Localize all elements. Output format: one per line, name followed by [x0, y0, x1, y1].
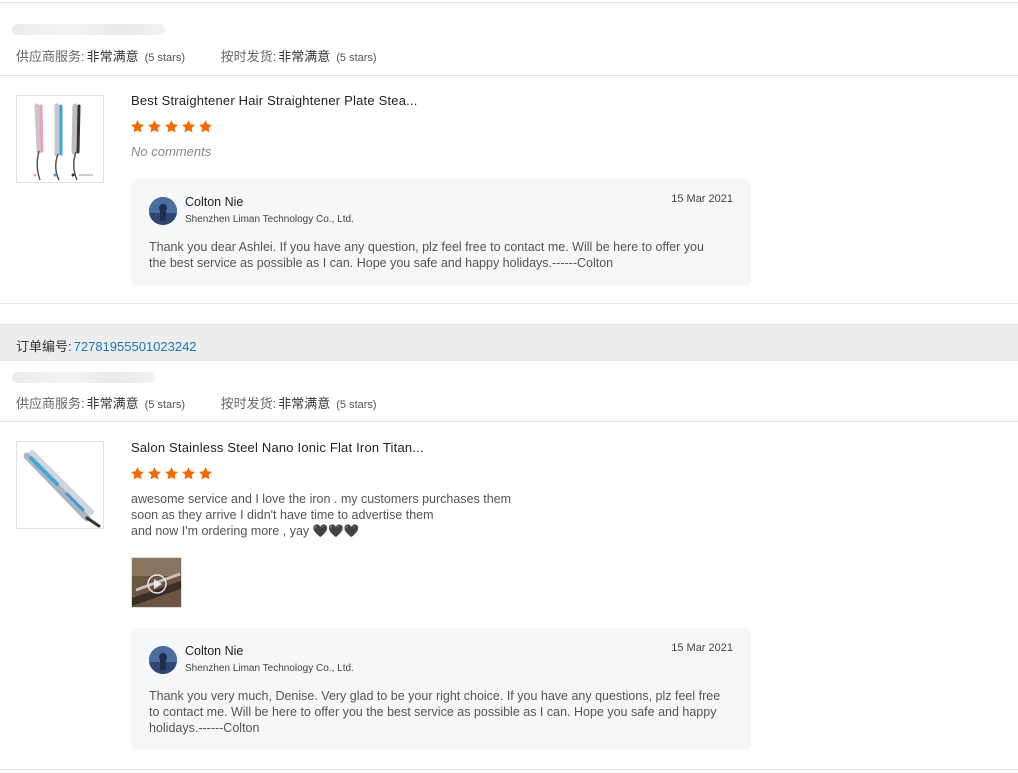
blurred-username	[12, 372, 155, 383]
rating-value: 非常满意	[86, 396, 139, 411]
rating-label: 按时发货:	[220, 49, 277, 64]
reply-text: Thank you very much, Denise. Very glad t…	[149, 689, 721, 735]
star-icon	[148, 467, 161, 480]
hair-straightener-image	[17, 96, 103, 182]
review-comment: awesome service and I love the iron . my…	[131, 491, 511, 539]
rating-stars-note: (5 stars)	[336, 52, 377, 64]
reply-text: Thank you dear Ashlei. If you have any q…	[149, 240, 704, 270]
rating-stars-note: (5 stars)	[336, 399, 377, 411]
rating-stars-note: (5 stars)	[144, 399, 185, 411]
reply-date: 15 Mar 2021	[671, 193, 733, 205]
product-title[interactable]: Best Straightener Hair Straightener Plat…	[131, 93, 418, 108]
bottom-divider	[0, 769, 1018, 770]
reply-company: Shenzhen Liman Technology Co., Ltd.	[185, 663, 354, 674]
rating-label: 供应商服务:	[16, 49, 85, 64]
review-comment-line: and now I'm ordering more , yay 🖤🖤🖤	[131, 524, 360, 538]
blurred-username	[12, 24, 165, 35]
star-icon	[165, 120, 178, 133]
video-thumbnail-image	[132, 558, 181, 607]
product-thumbnail[interactable]	[16, 95, 104, 183]
avatar	[149, 197, 177, 225]
reply-date: 15 Mar 2021	[671, 642, 733, 654]
divider	[0, 421, 1018, 422]
star-icon	[148, 120, 161, 133]
star-icon	[182, 120, 195, 133]
review-comment-line: soon as they arrive I didn't have time t…	[131, 508, 434, 522]
rating-value: 非常满意	[278, 49, 331, 64]
rating-stars-note: (5 stars)	[144, 52, 185, 64]
rating-value: 非常满意	[278, 396, 331, 411]
order-label: 订单编号:	[16, 339, 72, 354]
order-bar: 订单编号: 72781955501023242	[0, 324, 1018, 361]
star-icon	[131, 467, 144, 480]
rating-row: 供应商服务: 非常满意 (5 stars) 按时发货: 非常满意 (5 stars)	[16, 393, 377, 412]
seller-reply: Colton Nie Shenzhen Liman Technology Co.…	[131, 628, 751, 750]
top-divider	[0, 2, 1018, 3]
divider	[0, 75, 1018, 76]
review-comment: No comments	[131, 144, 212, 159]
rating-label: 供应商服务:	[16, 396, 85, 411]
rating-value: 非常满意	[86, 49, 139, 64]
reply-author-name: Colton Nie	[185, 195, 244, 209]
product-title[interactable]: Salon Stainless Steel Nano Ionic Flat Ir…	[131, 440, 424, 455]
star-icon	[199, 120, 212, 133]
avatar	[149, 646, 177, 674]
star-icon	[131, 120, 144, 133]
reply-company: Shenzhen Liman Technology Co., Ltd.	[185, 214, 354, 225]
flat-iron-image	[17, 442, 103, 528]
order-number-link[interactable]: 72781955501023242	[74, 339, 197, 354]
review-video-thumbnail[interactable]	[131, 557, 182, 608]
product-thumbnail[interactable]	[16, 441, 104, 529]
seller-reply: Colton Nie Shenzhen Liman Technology Co.…	[131, 179, 751, 286]
star-icon	[165, 467, 178, 480]
rating-label: 按时发货:	[220, 396, 277, 411]
reply-author-name: Colton Nie	[185, 644, 244, 658]
star-icon	[199, 467, 212, 480]
star-rating	[130, 119, 213, 134]
star-rating	[130, 466, 213, 481]
star-icon	[182, 467, 195, 480]
rating-row: 供应商服务: 非常满意 (5 stars) 按时发货: 非常满意 (5 stars)	[16, 46, 377, 65]
divider	[0, 303, 1018, 304]
review-comment-line: awesome service and I love the iron . my…	[131, 492, 512, 506]
